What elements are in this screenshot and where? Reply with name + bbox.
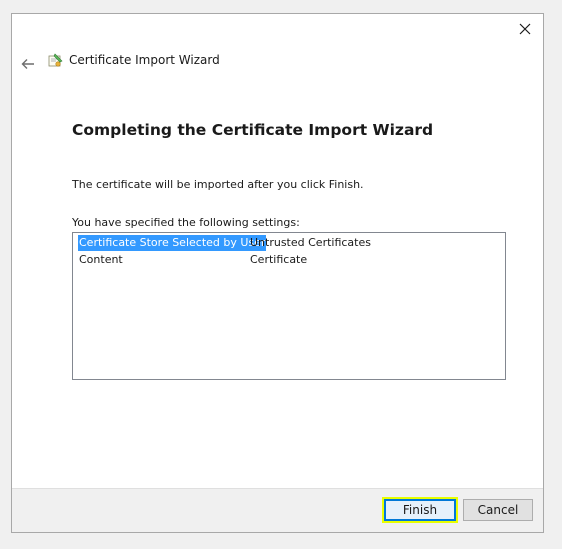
button-bar: Finish Cancel <box>12 488 543 532</box>
back-button[interactable] <box>16 52 40 76</box>
page-heading: Completing the Certificate Import Wizard <box>72 121 434 139</box>
setting-key: Content <box>79 253 123 266</box>
wizard-window: Certificate Import Wizard Completing the… <box>11 13 544 533</box>
finish-button[interactable]: Finish <box>384 499 456 521</box>
certificate-icon <box>48 53 63 67</box>
back-arrow-icon <box>21 59 34 69</box>
info-text: The certificate will be imported after y… <box>72 178 364 191</box>
setting-value: Certificate <box>250 253 308 266</box>
window-title: Certificate Import Wizard <box>69 53 220 67</box>
settings-label: You have specified the following setting… <box>72 216 300 229</box>
close-button[interactable] <box>507 14 543 44</box>
setting-key: Certificate Store Selected by User <box>78 235 267 251</box>
cancel-button[interactable]: Cancel <box>463 499 533 521</box>
close-icon <box>519 23 531 35</box>
setting-value: Untrusted Certificates <box>250 236 371 249</box>
settings-list[interactable]: Certificate Store Selected by User Untru… <box>72 232 506 380</box>
